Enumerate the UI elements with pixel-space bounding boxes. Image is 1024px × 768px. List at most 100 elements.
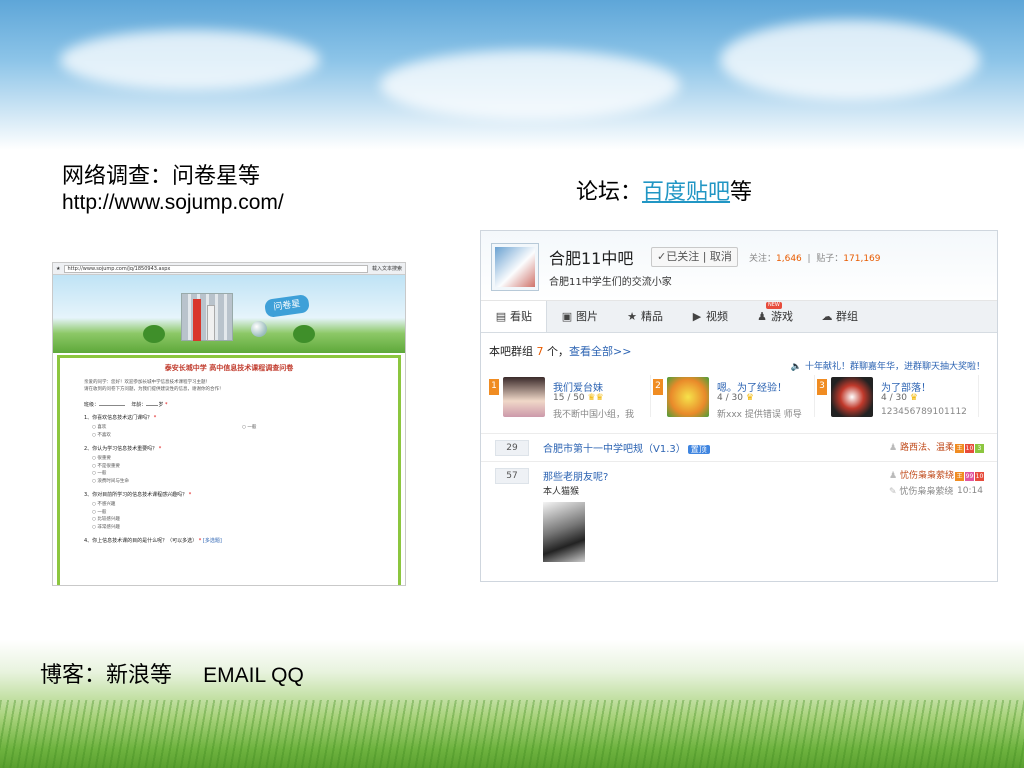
view-all-groups-link[interactable]: 查看全部>> — [569, 345, 631, 358]
unfollow-link[interactable]: 取消 — [710, 250, 732, 263]
group-name[interactable]: 我们爱台妹 — [553, 379, 603, 394]
thread-excerpt: 本人猫猴 — [543, 487, 580, 497]
forum-name[interactable]: 合肥11中吧 — [549, 245, 633, 269]
tab-label: 群组 — [836, 310, 858, 323]
tab-label: 精品 — [641, 310, 663, 323]
forum-link[interactable]: 百度贴吧 — [642, 180, 730, 205]
class-label: 班级： — [84, 402, 100, 408]
pinned-tag: 置顶 — [687, 445, 710, 454]
toolbar-right-label[interactable]: 载入文本搜索 — [372, 265, 402, 272]
sojump-logo: 问卷星 — [263, 294, 311, 318]
address-bar[interactable]: http://www.sojump.com/jq/1850943.aspx — [64, 264, 368, 273]
announcement-link[interactable]: 🔈 十年献礼！群聊嘉年华，进群聊天抽大奖啦！ — [791, 359, 985, 372]
survey-url[interactable]: http://www.sojump.com/ — [62, 191, 284, 215]
author-name: 忧伤枭枭萦绕 — [899, 471, 954, 481]
question-text: 2、你认为学习信息技术重要吗？ — [84, 446, 158, 452]
tab-video[interactable]: ▶ 视频 — [677, 301, 742, 332]
member-badge: 王 — [954, 444, 964, 453]
star-icon[interactable]: ★ — [56, 266, 60, 272]
class-input[interactable] — [99, 401, 126, 406]
thread-image[interactable] — [543, 502, 585, 562]
radio-option[interactable]: 一般 — [84, 470, 374, 478]
group-members: 15 / 50 — [553, 393, 585, 403]
thread-author[interactable]: ♟ 路西法、温柔王 10 3 — [889, 440, 984, 453]
document-icon: ▤ — [495, 310, 507, 323]
tab-groups[interactable]: ☁ 群组 — [807, 301, 872, 332]
follow-button[interactable]: ✓已关注 | 取消 — [651, 247, 738, 267]
video-icon: ▶ — [692, 310, 702, 323]
group-card[interactable]: 2 嗯。为了经验！ 4 / 30 ♛ 新xxx 提供错误 师导 — [651, 375, 815, 420]
radio-option[interactable]: 不是很重要 — [84, 463, 374, 471]
cloud — [60, 30, 320, 90]
tab-posts[interactable]: ▤ 看贴 — [481, 301, 547, 332]
user-icon: ♟ — [889, 443, 898, 453]
intro-line: 请在收到的问卷下方问题，为我们提供建议性的信息，谢谢你的合作！ — [84, 387, 224, 392]
followed-label: ✓已关注 — [657, 250, 700, 263]
radio-option[interactable]: 一般 — [234, 424, 256, 439]
thread-title[interactable]: 合肥市第十一中学吧规（V1.3） 置顶 — [543, 440, 710, 455]
required-star: * — [188, 492, 192, 498]
question-3: 3、你对目前所学习的信息技术课程感兴趣吗？ * — [84, 491, 374, 498]
radio-option[interactable]: 浪费时间与生命 — [84, 478, 374, 486]
form-title: 泰安长城中学 高中信息技术课程调查问卷 — [164, 364, 294, 372]
radio-option[interactable]: 很重要 — [84, 455, 374, 463]
group-name[interactable]: 嗯。为了经验！ — [717, 379, 787, 394]
group-unit: 个， — [547, 345, 569, 358]
question-2: 2、你认为学习信息技术重要吗？ * — [84, 445, 374, 452]
age-unit: 岁 — [158, 402, 164, 408]
radio-option[interactable]: 非常感兴趣 — [84, 524, 374, 532]
user-icon: ♟ — [889, 471, 898, 481]
thread-row[interactable]: 57 那些老朋友呢? 本人猫猴 ♟ 忧伤枭枭萦绕王 99 10 ✎ 忧伤枭枭萦绕 1… — [481, 461, 997, 577]
age-label: 年龄： — [131, 402, 147, 408]
group-name[interactable]: 为了部落！ — [881, 379, 931, 394]
crown-icon: ♛ — [909, 393, 918, 403]
multi-tag: [多选题] — [202, 538, 222, 544]
forum-heading: 论坛：百度贴吧等 — [576, 174, 752, 206]
level-badge: 99 — [964, 472, 974, 481]
radio-option[interactable]: 一般 — [84, 509, 374, 517]
crown-icon: ♛ — [745, 393, 754, 403]
intro-line: 亲爱的同学：您好！欢迎参加长城中学信息技术课程学习主题！ — [84, 380, 210, 385]
group-avatar — [503, 377, 545, 417]
age-input[interactable] — [146, 401, 159, 406]
radio-option[interactable]: 喜欢 — [84, 424, 234, 432]
image-icon: ▣ — [561, 310, 573, 323]
grade-badge: 10 — [974, 472, 984, 481]
tab-label: 图片 — [576, 310, 598, 323]
group-stat: 15 / 50 ♛♛ — [553, 393, 604, 403]
radio-option[interactable]: 比较感兴趣 — [84, 516, 374, 524]
tab-games[interactable]: NEW ♟ 游戏 — [742, 301, 807, 332]
group-cards: 1 我们爱台妹 15 / 50 ♛♛ 我不断中国小组，我 2 嗯。为了经验！ 4… — [487, 375, 987, 420]
red-bar-shape — [193, 299, 201, 341]
tree-shape — [143, 325, 165, 343]
white-bar-shape — [207, 305, 215, 341]
thread-row[interactable]: 29 合肥市第十一中学吧规（V1.3） 置顶 ♟ 路西法、温柔王 10 3 — [481, 433, 997, 461]
blog-line: 博客：新浪等 EMAIL QQ — [40, 657, 304, 689]
radio-option[interactable]: 不感兴趣 — [84, 501, 374, 509]
cloud — [380, 50, 680, 120]
survey-banner: 问卷星 — [53, 275, 405, 353]
tab-featured[interactable]: ★ 精品 — [612, 301, 677, 332]
thread-title[interactable]: 那些老朋友呢? — [543, 468, 608, 483]
grass-texture — [0, 700, 1024, 768]
radio-option[interactable]: 不喜欢 — [84, 432, 234, 440]
group-card[interactable]: 1 我们爱台妹 15 / 50 ♛♛ 我不断中国小组，我 — [487, 375, 651, 420]
required-star: * — [153, 415, 157, 421]
globe-icon — [251, 321, 267, 337]
group-card[interactable]: 3 为了部落！ 4 / 30 ♛ 123456789101112 — [815, 375, 979, 417]
last-reply[interactable]: ✎ 忧伤枭枭萦绕 — [889, 484, 953, 497]
forum-prefix: 论坛： — [576, 180, 643, 205]
group-stat: 4 / 30 ♛ — [717, 393, 754, 403]
thread-author[interactable]: ♟ 忧伤枭枭萦绕王 99 10 — [889, 468, 984, 481]
group-desc: 我不断中国小组，我 — [553, 410, 635, 420]
grade-badge: 3 — [974, 444, 984, 453]
followers-label: 关注： — [749, 254, 777, 264]
reply-count: 57 — [495, 468, 529, 484]
group-title: 本吧群组 7 个，查看全部>> — [489, 343, 631, 359]
group-desc: 123456789101112 — [881, 407, 967, 417]
last-reply-name: 忧伤枭枭萦绕 — [899, 487, 954, 497]
forum-suffix: 等 — [730, 180, 753, 205]
tab-images[interactable]: ▣ 图片 — [547, 301, 612, 332]
forum-description: 合肥11中学生们的交流小家 — [549, 277, 672, 288]
question-text: 4、你上信息技术课的目的是什么呢？（可以多选） — [84, 538, 198, 544]
